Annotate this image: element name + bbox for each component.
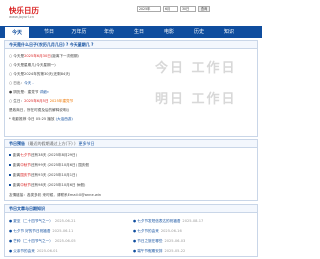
holiday-row[interactable]: 距离中秋节还有98天 (2025年10月6日 休假) xyxy=(9,180,255,190)
movie-link[interactable]: (大话西游) xyxy=(56,117,73,121)
detail-link[interactable]: 详细» xyxy=(40,90,49,94)
today-panel: 今天是什么日子(农历几月几日) ? 今天星期几 ? ○ 今天是2025年6月30… xyxy=(4,40,258,137)
bullet-icon xyxy=(9,154,11,156)
nav-knowledge[interactable]: 知识 xyxy=(217,26,241,38)
info-line: ○ 今天是星期几(今天星期一) xyxy=(9,63,56,67)
list-item: ● 七夕节 好的节日祝福语 2025-06-11 ● 七夕节的由来 2025-06-… xyxy=(9,229,182,233)
more-holidays-link[interactable]: 更多节日 xyxy=(79,141,95,146)
articles-title: 节日文章与日期知识 xyxy=(5,205,257,213)
nav-years[interactable]: 年份 xyxy=(97,26,121,38)
holiday-row[interactable]: 距离国庆节还有93天 (2025年10月1日) xyxy=(9,170,255,180)
month-select[interactable]: 6月 xyxy=(163,6,178,12)
bullet-icon xyxy=(9,184,11,186)
main-nav: 今天 节日 万年历 年份 生日 电影 历史 知识 xyxy=(0,26,262,38)
list-item: ● 父亲节的由来 2025-06-01 ● 端午节假期安排 2025-05-22 xyxy=(9,249,186,253)
query-button[interactable]: 查询 xyxy=(198,6,210,12)
info-line: ○ 日出：今天 - xyxy=(9,81,34,85)
nav-history[interactable]: 历史 xyxy=(187,26,211,38)
nav-movies[interactable]: 电影 xyxy=(157,26,181,38)
day-select[interactable]: 30日 xyxy=(180,6,196,12)
info-line: ○ 今天是2025年6月30日(距离下一次假期) xyxy=(9,54,79,58)
site-url: www.joyurl.cn xyxy=(9,15,35,19)
holiday-row[interactable]: 距离七夕节还有38天 (2025年8月29日) xyxy=(9,150,255,160)
nav-birthday[interactable]: 生日 xyxy=(127,26,151,38)
bullet-icon xyxy=(9,164,11,166)
info-line: 是政商日，所在时费及后的解释说明() xyxy=(9,108,70,112)
info-line: ○ 生日：2025年6月5日 2025年建党节 xyxy=(9,99,74,103)
today-title: 今天是什么日子(农历几月几日) ? 今天星期几 ? xyxy=(5,41,257,49)
info-line: ○ 今天是2024年的第30天(还剩84天) xyxy=(9,72,71,76)
header: 快乐日历 www.joyurl.cn 2025年 6月 30日 查询 xyxy=(0,0,262,26)
list-item: ● 芒种（二十四节气之一） 2025-06-05 ● 节日之旅在哪些 2025-06… xyxy=(9,239,186,243)
list-item: ● 夏至（二十四节气之一） 2025-06-21 ● 七夕节发短信表达的祝福语 20… xyxy=(9,219,204,223)
nav-holidays[interactable]: 节日 xyxy=(37,26,61,38)
year-select[interactable]: 2025年 xyxy=(137,6,161,12)
friend-links: 友情链接：各类多彩 来时候，请联系Email:0@anne.win xyxy=(9,193,102,197)
today-status: 今日 工作日 xyxy=(155,61,237,76)
holidays-title: 节日预告 (最近的假期通过上方(下) ) 更多节日 xyxy=(5,140,257,148)
holiday-row[interactable]: 距离中秋节还有99天 (2025年10月6日) 国庆假 xyxy=(9,160,255,170)
bullet-icon xyxy=(9,174,11,176)
articles-panel: 节日文章与日期知识 ● 夏至（二十四节气之一） 2025-06-21 ● 七夕节发… xyxy=(4,204,258,257)
nav-today[interactable]: 今天 xyxy=(5,26,29,38)
info-line: * 电影推荐 今日 05:25 播放 (大话西游) xyxy=(9,117,73,121)
today-info: ○ 今天是2025年6月30日(距离下一次假期) ○ 今天是星期几(今天星期一)… xyxy=(9,52,149,124)
info-line: ● 阴历是：建党节 详细» xyxy=(9,90,49,94)
tomorrow-status: 明日 工作日 xyxy=(155,92,237,107)
nav-calendar[interactable]: 万年历 xyxy=(67,26,91,38)
holidays-panel: 节日预告 (最近的假期通过上方(下) ) 更多节日 距离七夕节还有38天 (2025… xyxy=(4,139,258,201)
